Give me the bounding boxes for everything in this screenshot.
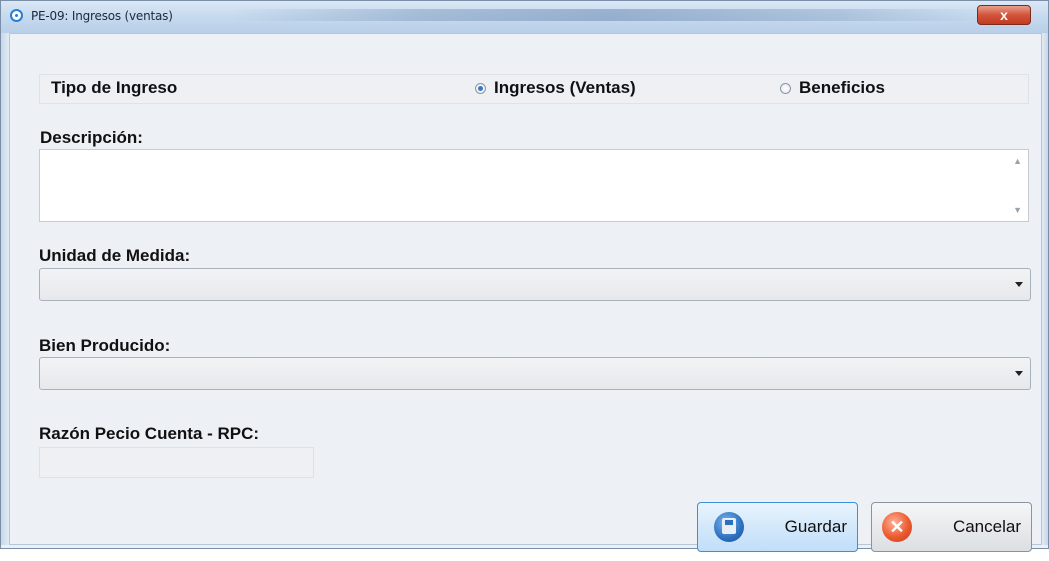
radio-ingresos-ventas[interactable]: Ingresos (Ventas) [475,78,636,98]
dialog-window: PE-09: Ingresos (ventas) x Tipo de Ingre… [0,0,1049,552]
unidad-medida-label: Unidad de Medida: [39,246,191,265]
scroll-up-icon[interactable]: ▲ [1013,156,1022,166]
radio-beneficios-indicator[interactable] [780,82,791,94]
rpc-label: Razón Pecio Cuenta - RPC: [39,424,260,443]
chevron-down-icon[interactable] [1015,371,1023,376]
chevron-down-icon[interactable] [1015,282,1023,287]
app-icon [10,9,23,22]
window-border-left [1,33,9,545]
window-border-right [1042,33,1048,545]
save-icon [714,512,744,542]
descripcion-label: Descripción: [40,128,143,147]
close-button[interactable]: x [977,5,1031,25]
radio-beneficios-label: Beneficios [799,78,885,97]
descripcion-textarea[interactable]: ▲ ▼ [39,149,1029,222]
scroll-down-icon[interactable]: ▼ [1013,205,1022,215]
cancelar-button[interactable]: ✕ Cancelar [871,502,1032,552]
radio-ingresos-ventas-label: Ingresos (Ventas) [494,78,636,97]
bien-producido-label: Bien Producido: [39,336,171,355]
title-bar[interactable]: PE-09: Ingresos (ventas) x [1,1,1048,33]
window-title: PE-09: Ingresos (ventas) [31,9,173,23]
rpc-input[interactable] [39,447,314,478]
guardar-button-label: Guardar [784,517,847,536]
bien-producido-select[interactable] [39,357,1031,390]
title-glow [231,9,991,21]
unidad-medida-select[interactable] [39,268,1031,301]
radio-ingresos-ventas-indicator[interactable] [475,82,486,94]
radio-beneficios[interactable]: Beneficios [780,78,885,98]
cancelar-button-label: Cancelar [952,517,1021,536]
tipo-ingreso-label: Tipo de Ingreso [51,78,178,97]
guardar-button[interactable]: Guardar [697,502,858,552]
close-circle-icon: ✕ [882,512,912,542]
